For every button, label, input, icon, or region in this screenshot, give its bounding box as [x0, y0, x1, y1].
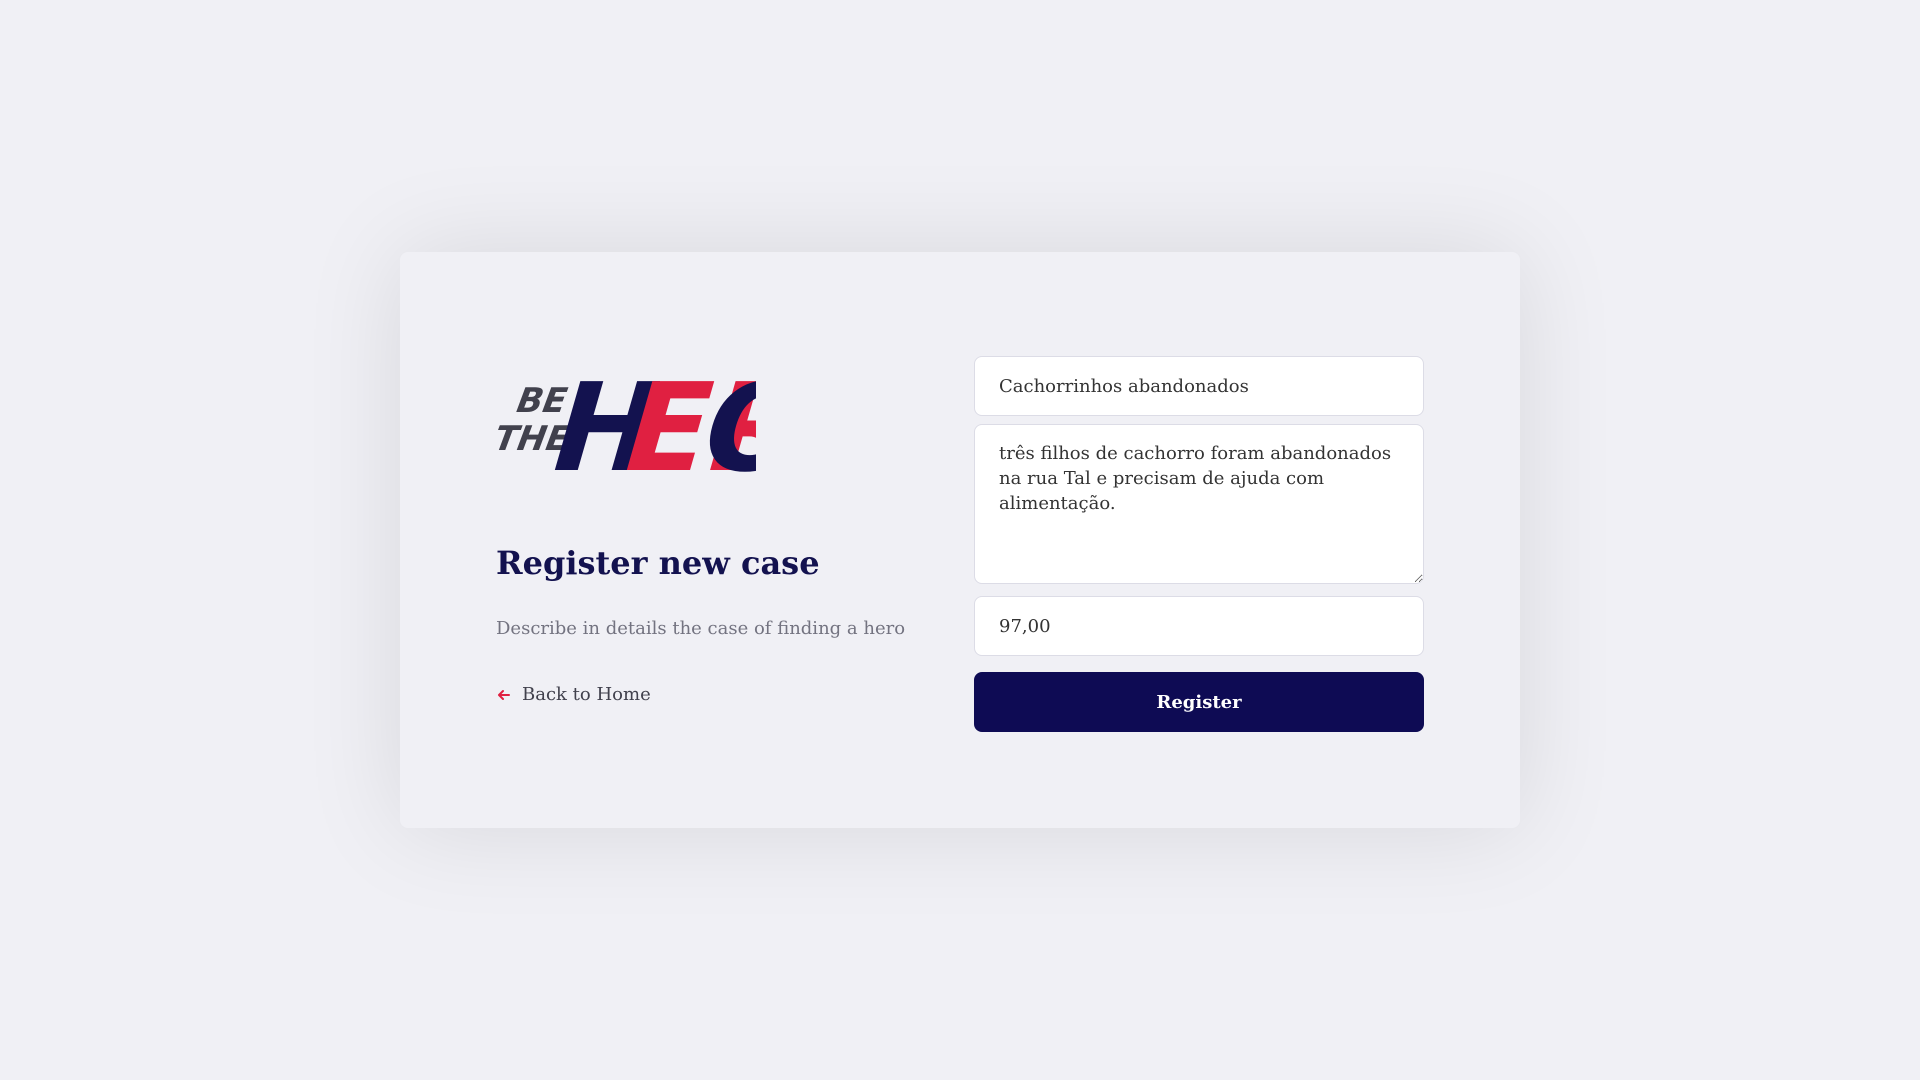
be-the-hero-logo: BE THE H ER O — [496, 364, 756, 476]
case-value-input[interactable] — [974, 596, 1424, 656]
back-to-home-label: Back to Home — [522, 684, 651, 705]
arrow-left-icon — [496, 687, 512, 703]
register-button[interactable]: Register — [974, 672, 1424, 732]
register-card: BE THE H ER O Register new case Describe… — [400, 252, 1520, 828]
back-to-home-link[interactable]: Back to Home — [496, 684, 651, 705]
case-description-textarea[interactable]: três filhos de cachorro foram abandonado… — [974, 424, 1424, 584]
case-title-input[interactable] — [974, 356, 1424, 416]
page-description: Describe in details the case of finding … — [496, 618, 906, 639]
register-case-form: três filhos de cachorro foram abandonado… — [974, 356, 1424, 732]
page-title: Register new case — [496, 544, 820, 582]
